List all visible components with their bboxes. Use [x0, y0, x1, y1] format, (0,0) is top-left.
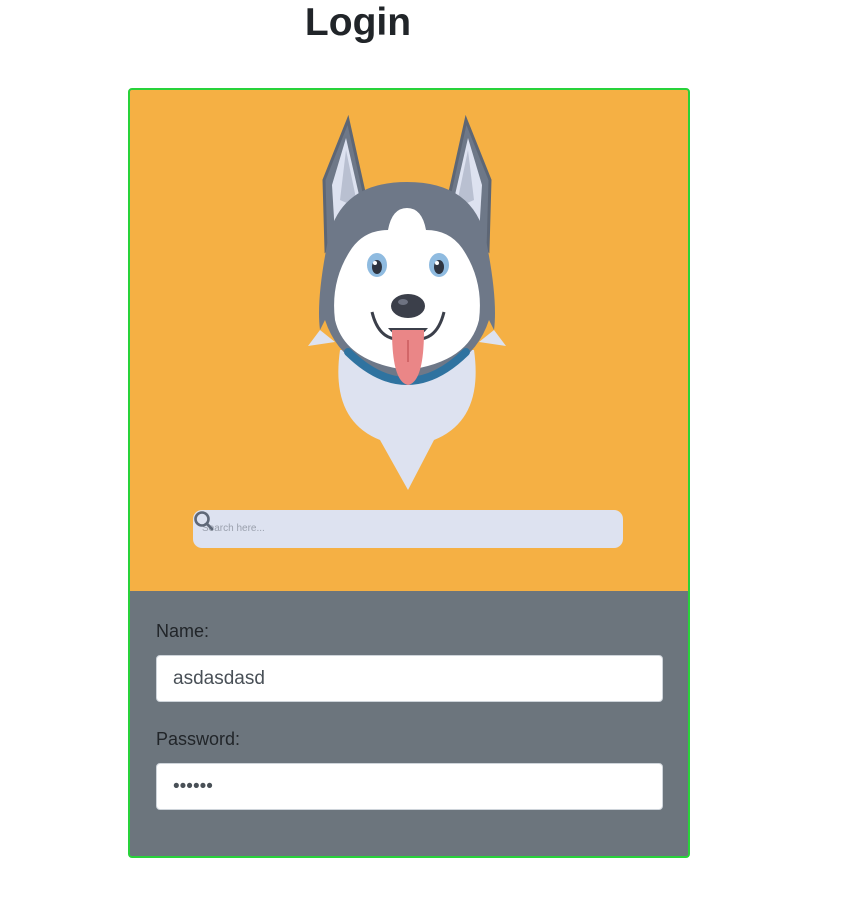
search-bar[interactable]: Search here...	[193, 510, 623, 548]
hero-banner: Search here...	[130, 90, 688, 591]
name-input[interactable]	[156, 655, 663, 702]
name-label: Name:	[156, 621, 210, 641]
login-card: Search here... Name: Password:	[128, 88, 690, 858]
search-icon[interactable]	[193, 510, 215, 532]
password-label: Password:	[156, 729, 241, 749]
login-form: Name: Password:	[130, 591, 688, 856]
password-input[interactable]	[156, 763, 663, 810]
page-title: Login	[304, 1, 412, 44]
